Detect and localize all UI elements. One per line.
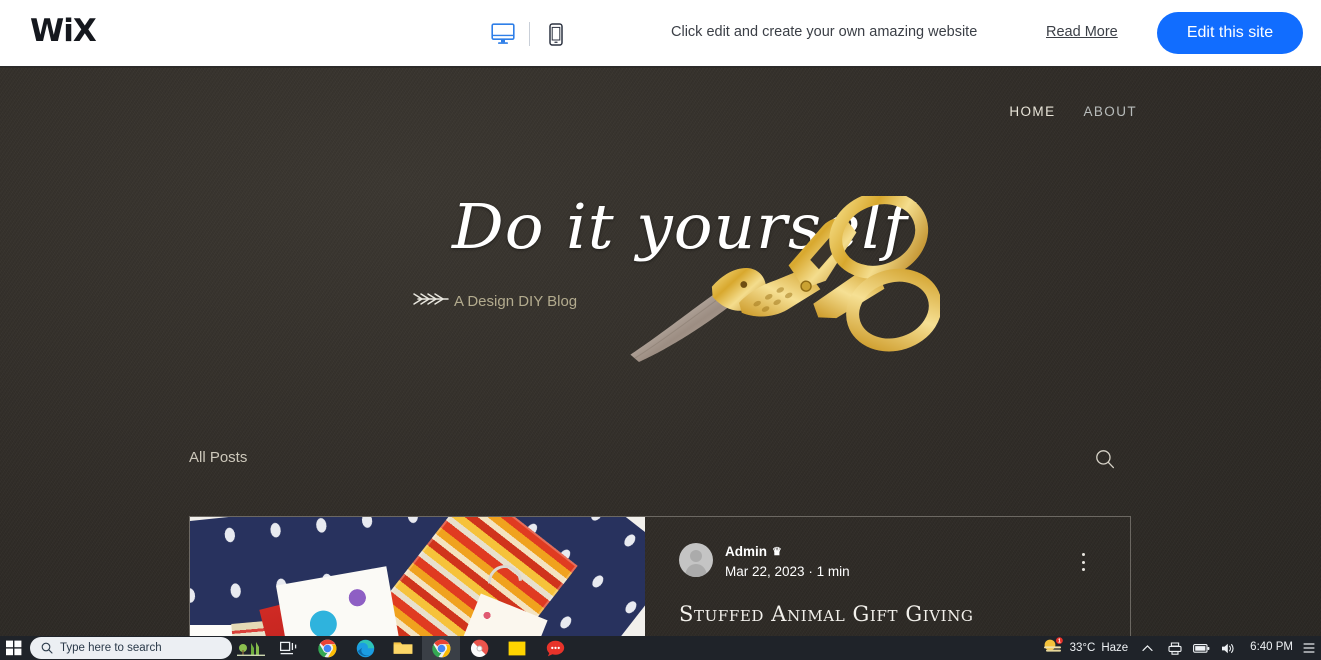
battery-icon[interactable] — [1188, 636, 1215, 660]
dot — [1081, 560, 1085, 564]
dot — [1081, 553, 1085, 556]
wix-logo[interactable]: WiX — [30, 16, 97, 47]
post-date: Mar 22, 2023 — [725, 564, 805, 580]
arrow-fletching-icon — [412, 291, 450, 312]
search-icon — [41, 642, 53, 654]
user-avatar-icon[interactable] — [679, 543, 713, 577]
weather-haze-icon: 1 — [1042, 637, 1064, 659]
svg-text:1: 1 — [1058, 638, 1061, 644]
speaker-icon[interactable] — [1215, 636, 1242, 660]
post-date-readtime: Mar 22, 2023 · 1 min — [725, 563, 850, 582]
search-input[interactable]: Type here to search — [30, 637, 232, 659]
weather-condition: Haze — [1101, 642, 1129, 654]
promo-text: Click edit and create your own amazing w… — [671, 24, 978, 40]
system-tray: 1 33°C Haze 6:40 PM — [1036, 636, 1321, 660]
taskbar-clock[interactable]: 6:40 PM — [1242, 642, 1301, 654]
site-tagline-group: A Design DIY Blog — [412, 291, 577, 312]
edge-icon[interactable] — [346, 636, 384, 660]
chevron-up-icon[interactable] — [1134, 636, 1161, 660]
dot — [1081, 568, 1085, 571]
nav-item-about[interactable]: ABOUT — [1083, 104, 1137, 119]
chrome-active-icon[interactable] — [422, 636, 460, 660]
notification-center-icon[interactable] — [1301, 636, 1317, 660]
file-explorer-icon[interactable] — [384, 636, 422, 660]
disc-app-icon[interactable] — [460, 636, 498, 660]
windows-start-icon[interactable] — [0, 636, 28, 660]
printer-icon[interactable] — [1161, 636, 1188, 660]
weather-temperature: 33°C — [1069, 642, 1096, 654]
meta-separator: · — [808, 564, 813, 580]
windows-taskbar: Type here to search 1 33°C Haze 6:40 PM — [0, 636, 1321, 660]
post-title[interactable]: Stuffed Animal Gift Giving — [679, 602, 1100, 626]
task-view-icon[interactable] — [270, 636, 308, 660]
desktop-monitor-icon[interactable] — [483, 17, 523, 51]
post-meta: Admin ♛ Mar 22, 2023 · 1 min — [679, 543, 1100, 582]
chrome-icon[interactable] — [308, 636, 346, 660]
post-read-time: 1 min — [816, 564, 850, 580]
notes-app-icon[interactable] — [498, 636, 536, 660]
wix-editor-top-bar: WiX Click edit and create your own amazi… — [0, 0, 1321, 67]
landscape-wallpaper-thumb[interactable] — [232, 636, 270, 660]
post-author-name: Admin — [725, 544, 767, 559]
toggle-divider — [529, 22, 530, 46]
post-author[interactable]: Admin ♛ — [725, 543, 850, 561]
weather-widget[interactable]: 1 33°C Haze — [1036, 637, 1135, 659]
site-preview: HOME ABOUT Do it yourself A Design DIY B… — [0, 68, 1321, 660]
filter-all-posts[interactable]: All Posts — [189, 449, 247, 466]
site-navigation: HOME ABOUT — [1009, 104, 1137, 119]
more-options-icon[interactable] — [1074, 553, 1092, 571]
device-view-toggle — [483, 17, 576, 51]
nav-item-home[interactable]: HOME — [1009, 104, 1055, 119]
mobile-phone-icon[interactable] — [536, 17, 576, 51]
search-placeholder: Type here to search — [60, 642, 162, 654]
read-more-link[interactable]: Read More — [1046, 24, 1118, 40]
site-title: Do it yourself — [452, 190, 908, 263]
search-icon[interactable] — [1094, 448, 1116, 470]
site-tagline: A Design DIY Blog — [454, 293, 578, 310]
chat-app-icon[interactable] — [536, 636, 574, 660]
edit-this-site-button[interactable]: Edit this site — [1157, 12, 1303, 54]
crown-icon: ♛ — [772, 545, 782, 558]
